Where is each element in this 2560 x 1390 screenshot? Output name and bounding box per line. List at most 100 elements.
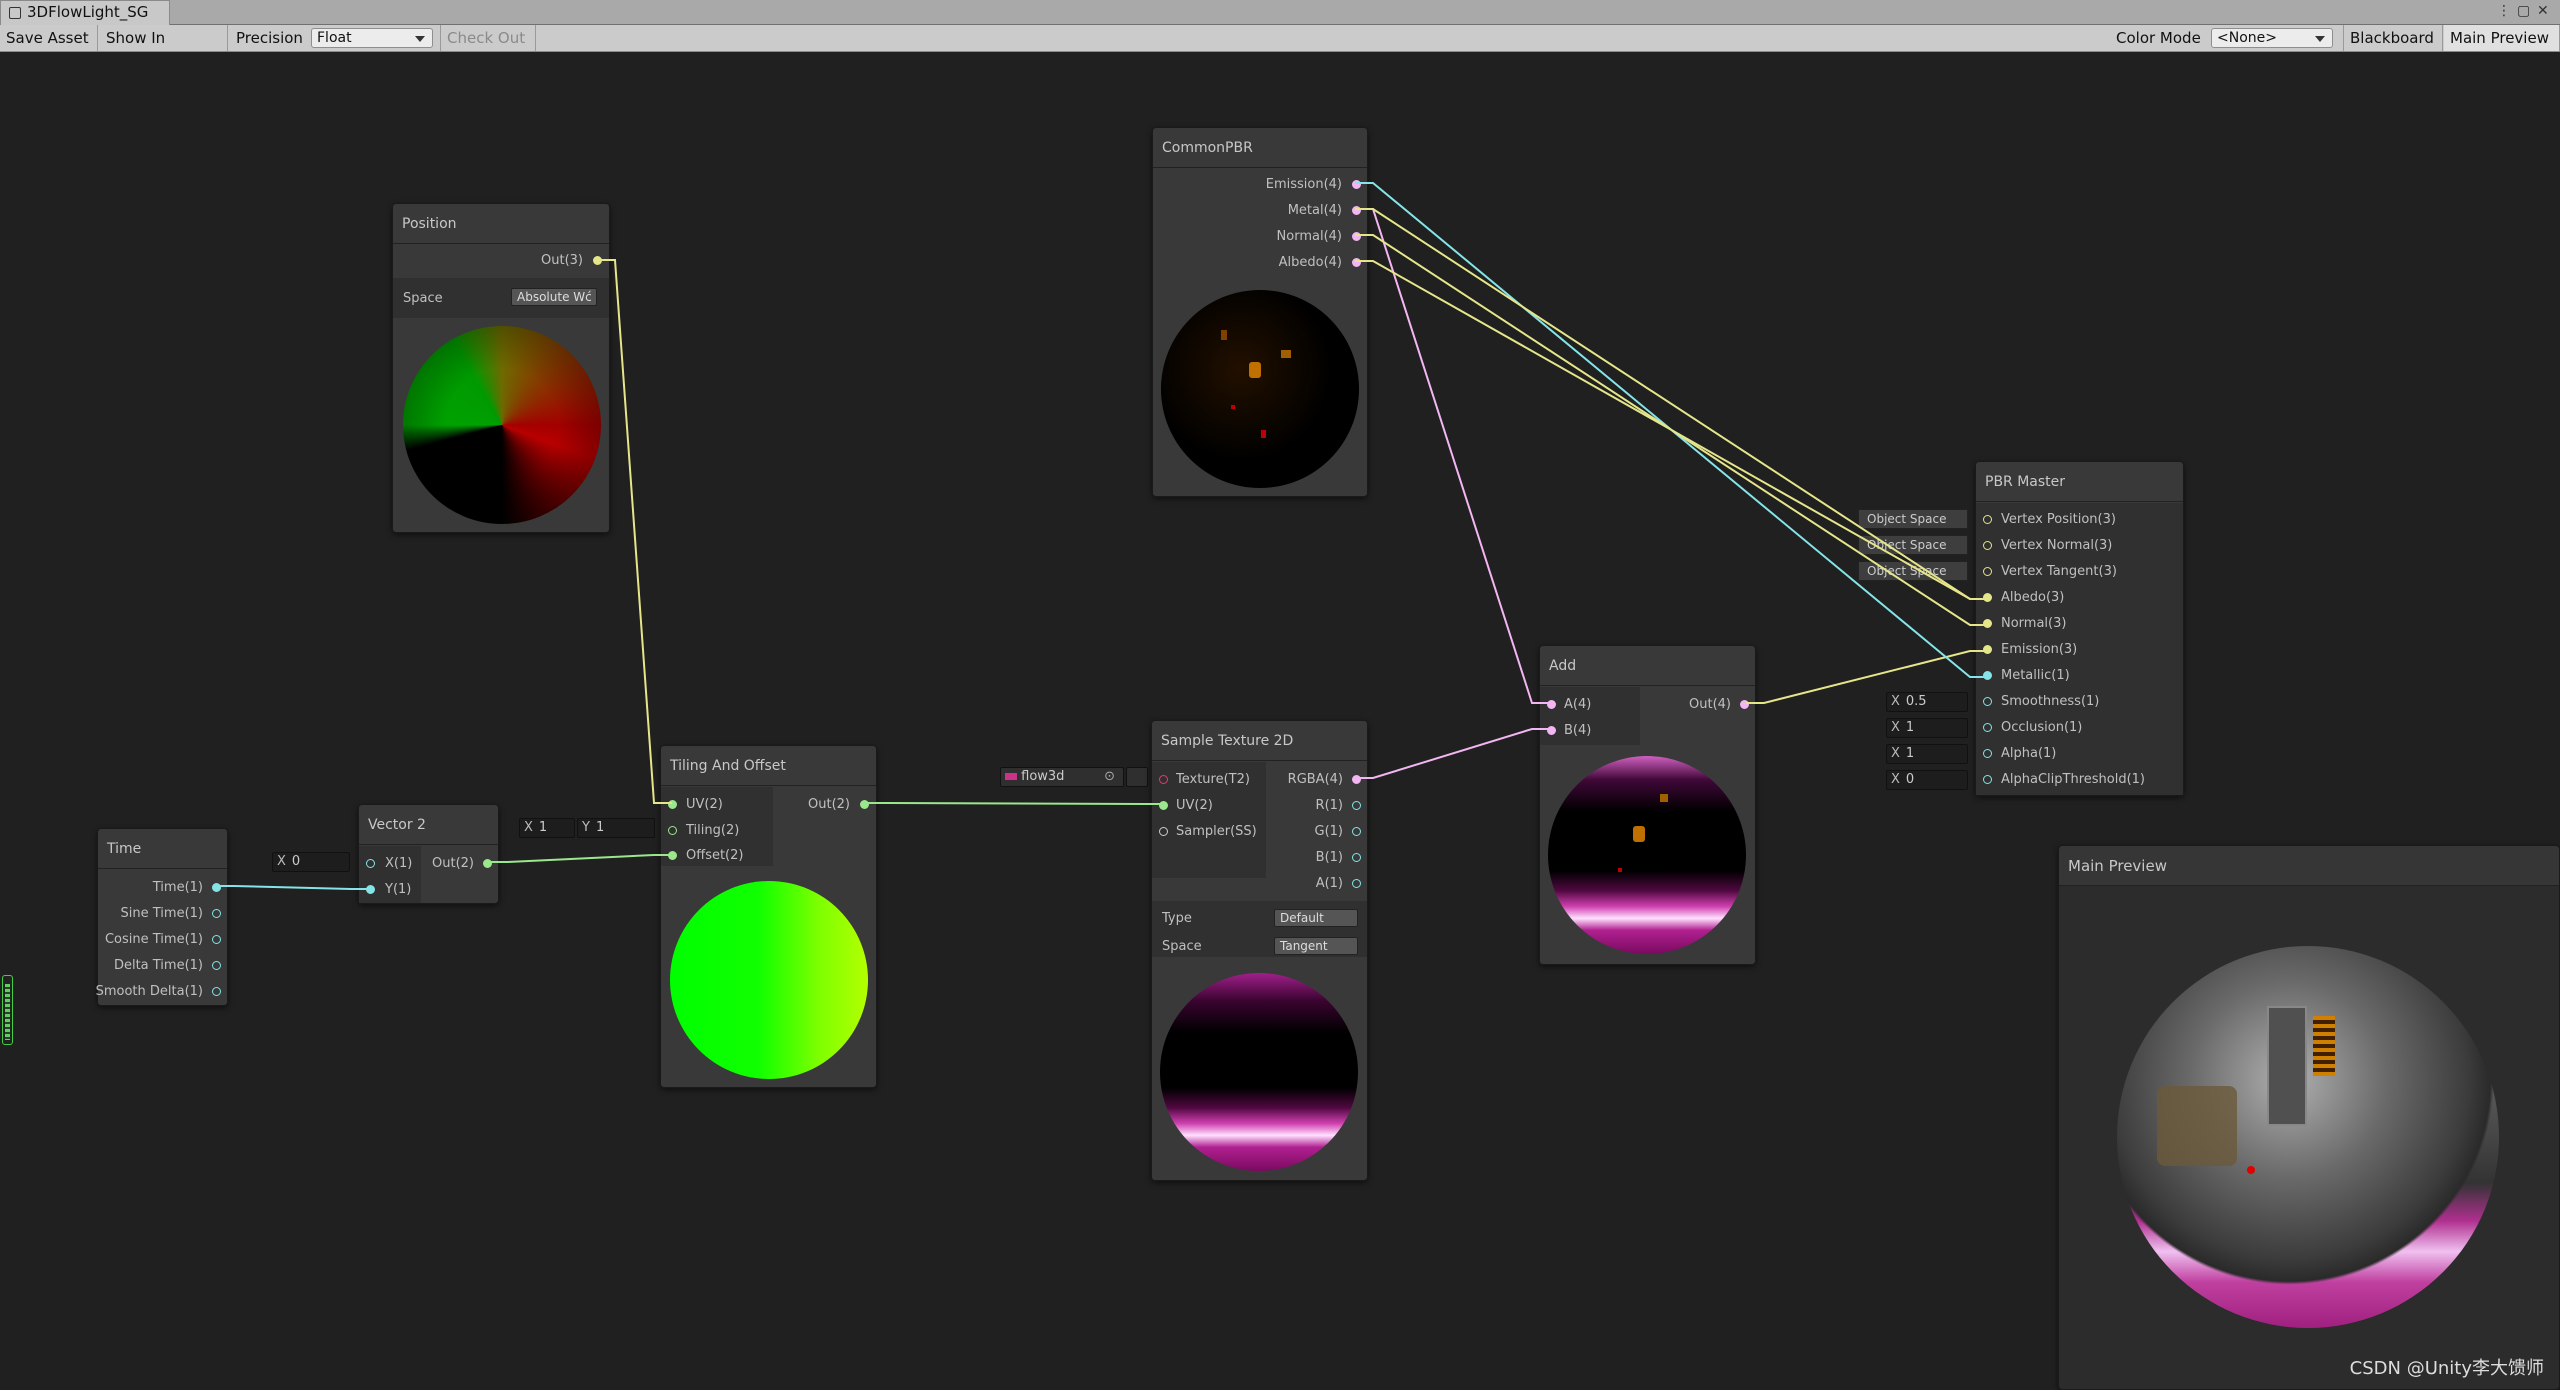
tiling-y-default-field[interactable]: Y1 [577, 818, 655, 838]
tiling-tiling-label: Tiling(2) [686, 823, 740, 838]
tiling-offset-port[interactable] [668, 851, 677, 860]
pbr-vertex-normal-port[interactable] [1983, 541, 1992, 550]
sample-uv-port[interactable] [1159, 801, 1168, 810]
add-b-port[interactable] [1547, 726, 1556, 735]
alpha-default-label: X [1891, 746, 1900, 761]
add-a-label: A(4) [1564, 697, 1592, 712]
commonpbr-metal-port[interactable] [1352, 206, 1361, 215]
pbr-vertex-tangent-port[interactable] [1983, 567, 1992, 576]
kebab-menu-icon[interactable]: ⋮ [2497, 3, 2511, 19]
tiling-y-default-label: Y [582, 820, 590, 835]
texture-asset-field[interactable]: flow3d ⊙ [1000, 767, 1124, 787]
sample-rgba-label: RGBA(4) [1287, 772, 1343, 787]
pbr-metallic-port[interactable] [1983, 671, 1992, 680]
tiling-uv-port[interactable] [668, 800, 677, 809]
close-icon[interactable]: ✕ [2537, 3, 2549, 19]
pbr-occlusion-port[interactable] [1983, 723, 1992, 732]
add-node[interactable]: Add A(4) B(4) Out(4) [1539, 645, 1756, 965]
vertex-normal-space-field[interactable]: Object Space [1858, 535, 1968, 555]
commonpbr-albedo-port[interactable] [1352, 258, 1361, 267]
texture-link-field [1126, 767, 1148, 787]
vector2-x-default-field[interactable]: X0 [272, 852, 350, 872]
sample-b-label: B(1) [1315, 850, 1343, 865]
color-mode-dropdown[interactable]: <None> [2211, 28, 2333, 48]
sine-time-port[interactable] [212, 909, 221, 918]
commonpbr-normal-label: Normal(4) [1276, 229, 1342, 244]
save-asset-button[interactable]: Save Asset [0, 25, 98, 51]
zoom-indicator[interactable] [2, 975, 13, 1045]
add-a-port[interactable] [1547, 700, 1556, 709]
smoothness-default-field[interactable]: X 0.5 [1886, 692, 1968, 712]
sample-space-dropdown[interactable]: Tangent [1274, 937, 1358, 955]
pbr-alpha-clip-threshold-label: AlphaClipThreshold(1) [2001, 772, 2145, 787]
position-space-dropdown[interactable]: Absolute Wć [511, 288, 597, 306]
delta-time-port[interactable] [212, 961, 221, 970]
commonpbr-emission-port[interactable] [1352, 180, 1361, 189]
maximize-icon[interactable]: ▢ [2517, 3, 2530, 19]
tiling-x-default-field[interactable]: X1 [519, 818, 575, 838]
sample-uv-label: UV(2) [1176, 798, 1213, 813]
main-preview-panel[interactable]: Main Preview [2058, 845, 2560, 1390]
cosine-time-port[interactable] [212, 935, 221, 944]
vector2-x-port[interactable] [366, 859, 375, 868]
vector2-y-port[interactable] [366, 885, 375, 894]
vertex-tangent-space-field[interactable]: Object Space [1858, 561, 1968, 581]
main-preview-sphere[interactable] [2117, 946, 2499, 1328]
pbr-alpha-clip-threshold-port[interactable] [1983, 775, 1992, 784]
graph-tab[interactable]: 3DFlowLight_SG [0, 0, 170, 25]
tiling-and-offset-node[interactable]: Tiling And Offset UV(2) Tiling(2) Offset… [660, 745, 877, 1088]
time-out-port[interactable] [212, 883, 221, 892]
sample-texture-label: Texture(T2) [1176, 772, 1250, 787]
main-preview-toggle[interactable]: Main Preview [2444, 25, 2560, 51]
add-out-port[interactable] [1740, 700, 1749, 709]
vector2-x-default-label: X [277, 854, 286, 869]
smooth-delta-port[interactable] [212, 987, 221, 996]
vector2-out-label: Out(2) [432, 856, 474, 871]
position-out-port[interactable] [593, 256, 602, 265]
pbr-vertex-position-port[interactable] [1983, 515, 1992, 524]
sample-texture-port[interactable] [1159, 775, 1168, 784]
pbr-normal-port[interactable] [1983, 619, 1992, 628]
window-tab-bar: 3DFlowLight_SG ⋮ ▢ ✕ [0, 0, 2560, 25]
sample-g-port[interactable] [1352, 827, 1361, 836]
commonpbr-normal-port[interactable] [1352, 232, 1361, 241]
sample-rgba-port[interactable] [1352, 775, 1361, 784]
sample-texture-2d-node[interactable]: Sample Texture 2D Texture(T2) UV(2) Samp… [1151, 720, 1368, 1181]
precision-dropdown[interactable]: Float [311, 28, 433, 48]
alpha-default-field[interactable]: X1 [1886, 744, 1968, 764]
tiling-out-port[interactable] [860, 800, 869, 809]
sample-r-port[interactable] [1352, 801, 1361, 810]
position-node[interactable]: Position Out(3) Space Absolute Wć [392, 203, 610, 533]
tiling-x-default-label: X [524, 820, 533, 835]
sample-sampler-port[interactable] [1159, 827, 1168, 836]
sample-b-port[interactable] [1352, 853, 1361, 862]
show-in-project-button[interactable]: Show In Project [100, 25, 228, 73]
time-node[interactable]: Time Time(1) Sine Time(1) Cosine Time(1)… [96, 828, 228, 1006]
sample-type-label: Type [1162, 911, 1192, 926]
pbr-albedo-port[interactable] [1983, 593, 1992, 602]
pbr-smoothness-port[interactable] [1983, 697, 1992, 706]
add-b-label: B(4) [1564, 723, 1592, 738]
vertex-position-space-field[interactable]: Object Space [1858, 509, 1968, 529]
tiling-uv-label: UV(2) [686, 797, 723, 812]
vector2-node[interactable]: Vector 2 X(1) Y(1) Out(2) [358, 804, 499, 904]
sample-a-port[interactable] [1352, 879, 1361, 888]
blackboard-toggle[interactable]: Blackboard [2343, 25, 2443, 51]
occlusion-default-field[interactable]: X1 [1886, 718, 1968, 738]
precision-label: Precision [236, 29, 303, 47]
check-out-button[interactable]: Check Out [440, 25, 536, 51]
pbr-alpha-label: Alpha(1) [2001, 746, 2057, 761]
alphaclip-default-field[interactable]: X0 [1886, 770, 1968, 790]
sample-type-dropdown[interactable]: Default [1274, 909, 1358, 927]
vector2-out-port[interactable] [483, 859, 492, 868]
object-picker-icon[interactable]: ⊙ [1104, 768, 1115, 786]
commonpbr-metal-label: Metal(4) [1287, 203, 1342, 218]
tiling-node-title: Tiling And Offset [661, 746, 876, 786]
alphaclip-default-value: 0 [1905, 772, 1915, 787]
vector2-x-label: X(1) [385, 856, 413, 871]
commonpbr-node[interactable]: CommonPBR Emission(4) Metal(4) Normal(4)… [1152, 127, 1368, 497]
pbr-emission-port[interactable] [1983, 645, 1992, 654]
pbr-alpha-port[interactable] [1983, 749, 1992, 758]
tiling-tiling-port[interactable] [668, 826, 677, 835]
position-node-title: Position [393, 204, 609, 244]
